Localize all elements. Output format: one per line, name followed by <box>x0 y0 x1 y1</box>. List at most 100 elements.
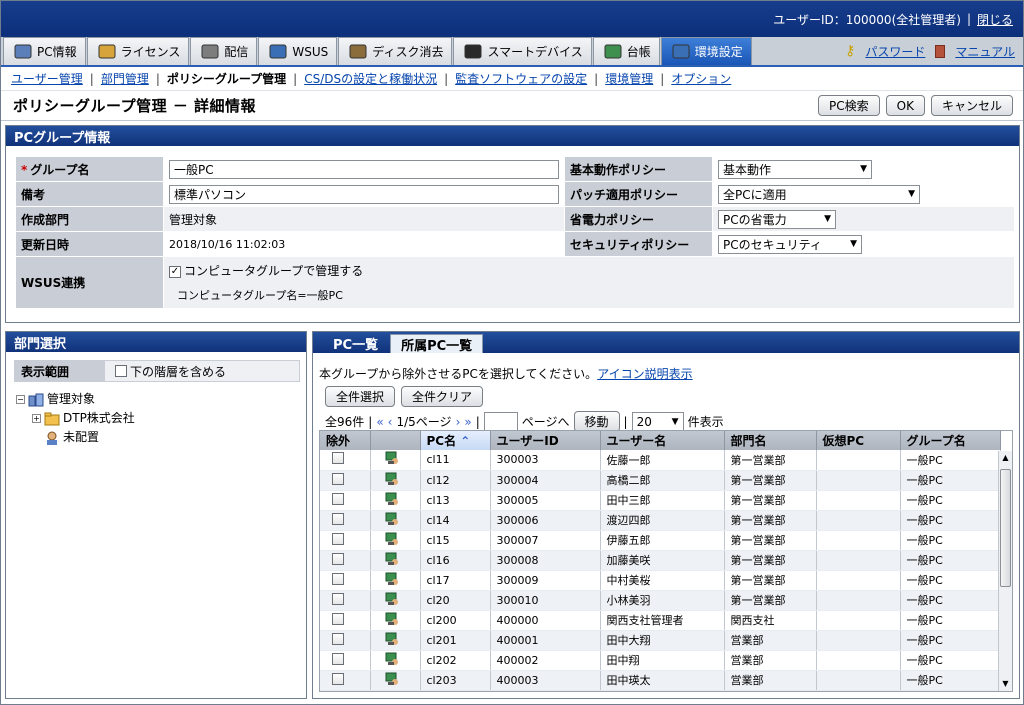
tab-7[interactable]: 環境設定 <box>660 37 752 65</box>
tab-6[interactable]: 台帳 <box>592 37 660 65</box>
move-button[interactable]: 移動 <box>573 411 620 432</box>
sub-navigation: ユーザー管理 | 部門管理 | ポリシーグループ管理 | CS/DSの設定と稼働状況 | 監査ソ… <box>1 67 1023 91</box>
tab-0[interactable]: PC情報 <box>3 37 86 65</box>
next-page-icon[interactable]: › <box>456 415 461 429</box>
first-page-icon[interactable]: « <box>376 415 383 429</box>
table-row[interactable]: cl13 300005 田中三郎 第一営業部 一般PC <box>320 490 1001 511</box>
collapse-icon[interactable]: − <box>16 395 25 404</box>
cancel-button[interactable]: キャンセル <box>930 95 1013 116</box>
page-number-input[interactable] <box>483 412 518 431</box>
password-link[interactable]: パスワード <box>865 43 925 60</box>
tab-4[interactable]: ディスク消去 <box>338 37 453 65</box>
exclude-checkbox[interactable] <box>332 492 344 505</box>
tree-node-unassigned[interactable]: 未配置 <box>44 428 306 447</box>
exclude-checkbox[interactable] <box>332 612 344 625</box>
tab-member-pc-list[interactable]: 所属PC一覧 <box>390 334 484 354</box>
clear-all-button[interactable]: 全件クリア <box>401 386 484 407</box>
subnav-item-0[interactable]: ユーザー管理 <box>11 70 83 87</box>
table-row[interactable]: cl202 400002 田中翔 営業部 一般PC <box>320 650 1001 671</box>
table-row[interactable]: cl20 300010 小林美羽 第一営業部 一般PC <box>320 590 1001 611</box>
exclude-checkbox[interactable] <box>332 572 344 585</box>
subnav-item-4[interactable]: 監査ソフトウェアの設定 <box>455 70 587 87</box>
prev-page-icon[interactable]: ‹ <box>388 415 393 429</box>
table-row[interactable]: cl200 400000 関西支社管理者 関西支社 一般PC <box>320 610 1001 631</box>
exclude-checkbox[interactable] <box>332 532 344 545</box>
table-row[interactable]: cl12 300004 高橋二郎 第一営業部 一般PC <box>320 470 1001 491</box>
expand-icon[interactable]: + <box>32 414 41 423</box>
subnav-item-5[interactable]: 環境管理 <box>605 70 653 87</box>
cell-group: 一般PC <box>900 490 1001 511</box>
table-row[interactable]: cl14 300006 渡辺四郎 第一営業部 一般PC <box>320 510 1001 531</box>
cell-vpc <box>816 510 901 531</box>
book-icon <box>935 44 946 58</box>
chevron-down-icon: ▼ <box>908 189 915 199</box>
cell-vpc <box>816 450 901 471</box>
ok-button[interactable]: OK <box>885 95 925 116</box>
table-row[interactable]: cl16 300008 加藤美咲 第一営業部 一般PC <box>320 550 1001 571</box>
pc-search-button[interactable]: PC検索 <box>818 95 880 116</box>
chevron-down-icon: ▼ <box>671 416 679 427</box>
cell-uname: 高橋二郎 <box>600 470 725 491</box>
table-row[interactable]: cl201 400001 田中大翔 営業部 一般PC <box>320 630 1001 651</box>
last-page-icon[interactable]: » <box>464 415 471 429</box>
pc-info-icon <box>12 42 34 62</box>
column-header-3: ユーザーID <box>490 431 601 450</box>
tab-2[interactable]: 配信 <box>190 37 258 65</box>
include-lower-checkbox[interactable] <box>115 365 127 377</box>
select-all-button[interactable]: 全件選択 <box>325 386 396 407</box>
tab-1[interactable]: ライセンス <box>86 37 190 65</box>
dept-tree: − 管理対象 + DTP株式会社 未配置 <box>16 390 306 447</box>
power-policy-select[interactable]: PCの省電力 ▼ <box>718 209 836 229</box>
exclude-checkbox[interactable] <box>332 652 344 665</box>
tab-5[interactable]: スマートデバイス <box>453 37 592 65</box>
subnav-item-1[interactable]: 部門管理 <box>101 70 149 87</box>
scroll-up-icon[interactable]: ▲ <box>999 451 1012 465</box>
column-header-2[interactable]: PC名 ⌃ <box>420 431 491 450</box>
tab-pc-list[interactable]: PC一覧 <box>323 334 388 353</box>
settings-icon <box>670 42 692 62</box>
table-row[interactable]: cl203 400003 田中瑛太 営業部 一般PC <box>320 670 1001 691</box>
security-policy-select[interactable]: PCのセキュリティ ▼ <box>718 234 862 254</box>
cell-group: 一般PC <box>900 450 1001 471</box>
exclude-checkbox[interactable] <box>332 512 344 525</box>
subnav-item-6[interactable]: オプション <box>671 70 731 87</box>
tab-label: スマートデバイス <box>487 45 583 59</box>
scroll-thumb[interactable] <box>1000 469 1011 587</box>
exclude-checkbox[interactable] <box>332 552 344 565</box>
wsus-checkbox-row[interactable]: ✓ コンピュータグループで管理する <box>169 262 1009 279</box>
tab-3[interactable]: WSUS <box>258 37 338 65</box>
exclude-checkbox[interactable] <box>332 632 344 645</box>
note-input[interactable]: 標準パソコン <box>169 184 559 204</box>
patch-policy-label: パッチ適用ポリシー <box>564 181 713 207</box>
tree-node-root[interactable]: − 管理対象 <box>16 390 306 409</box>
close-link[interactable]: 閉じる <box>977 11 1013 28</box>
patch-policy-select[interactable]: 全PCに適用 ▼ <box>718 184 920 204</box>
table-row[interactable]: cl11 300003 佐藤一郎 第一営業部 一般PC <box>320 450 1001 471</box>
exclude-checkbox[interactable] <box>332 592 344 605</box>
exclude-checkbox[interactable] <box>332 472 344 485</box>
cell-uid: 400002 <box>490 650 601 671</box>
cell-uid: 400001 <box>490 630 601 651</box>
cell-uname: 佐藤一郎 <box>600 450 725 471</box>
tree-node-company[interactable]: + DTP株式会社 <box>32 409 306 428</box>
icon-help-link[interactable]: アイコン説明表示 <box>597 367 692 381</box>
exclude-checkbox[interactable] <box>332 672 344 685</box>
exclude-checkbox[interactable] <box>332 452 344 465</box>
subnav-item-3[interactable]: CS/DSの設定と稼働状況 <box>304 70 437 87</box>
group-name-input[interactable]: 一般PC <box>169 159 559 179</box>
subnav-item-2: ポリシーグループ管理 <box>166 72 287 86</box>
scroll-down-icon[interactable]: ▼ <box>999 677 1012 691</box>
manual-link[interactable]: マニュアル <box>955 43 1015 60</box>
cell-uname: 加藤美咲 <box>600 550 725 571</box>
cell-pc: cl200 <box>420 610 491 631</box>
cell-pc: cl17 <box>420 570 491 591</box>
power-policy-label: 省電力ポリシー <box>564 206 713 232</box>
column-header-6: 仮想PC <box>816 431 901 450</box>
per-page-select[interactable]: 20 ▼ <box>631 412 684 431</box>
pc-icon <box>385 451 399 465</box>
table-row[interactable]: cl15 300007 伊藤五郎 第一営業部 一般PC <box>320 530 1001 551</box>
basic-policy-select[interactable]: 基本動作 ▼ <box>718 159 872 179</box>
vertical-scrollbar[interactable]: ▲ ▼ <box>998 451 1012 691</box>
wsus-checkbox[interactable]: ✓ <box>169 265 181 278</box>
table-row[interactable]: cl17 300009 中村美桜 第一営業部 一般PC <box>320 570 1001 591</box>
